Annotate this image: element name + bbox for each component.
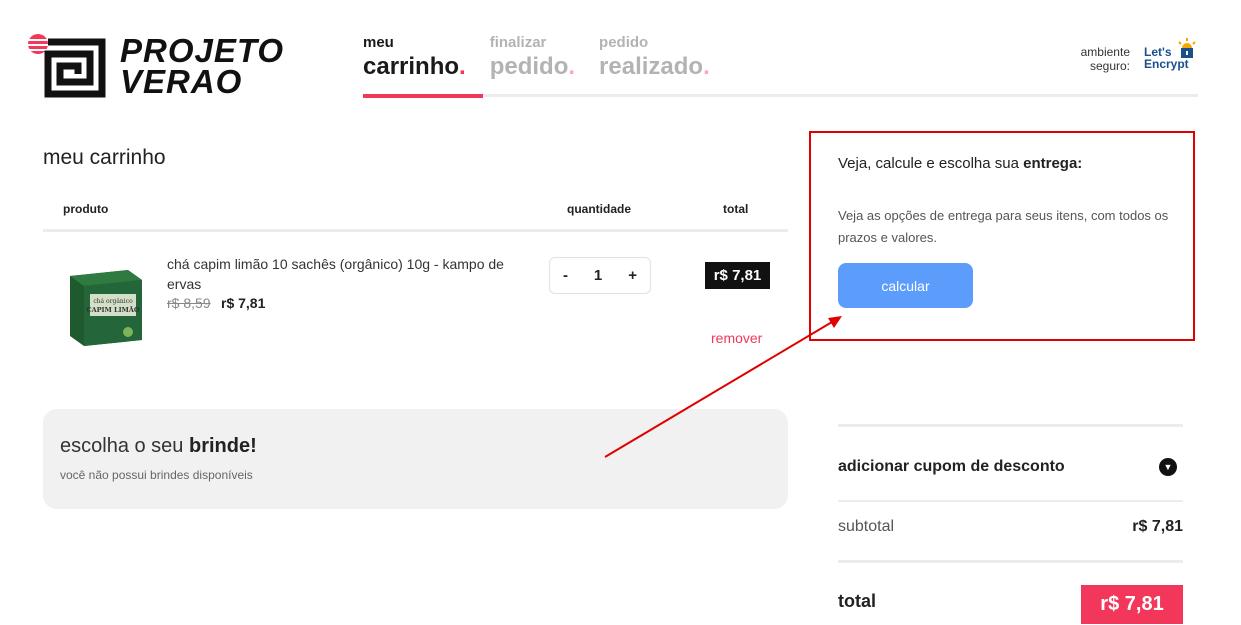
checkout-steps: meu carrinho. finalizar pedido. pedido r…: [363, 34, 734, 98]
header-divider: [363, 94, 1198, 97]
gift-title: escolha o seu brinde!: [60, 435, 257, 457]
column-product: produto: [63, 202, 109, 216]
logo-mark-icon: PROJETO VERAO: [28, 32, 283, 100]
shipping-title: Veja, calcule e escolha sua entrega:: [838, 155, 1083, 172]
total-label: total: [838, 591, 876, 611]
calculate-shipping-button[interactable]: calcular: [838, 263, 973, 308]
line-total: r$ 7,81: [705, 262, 770, 289]
shipping-description: Veja as opções de entrega para seus iten…: [838, 208, 1169, 245]
summary-divider-mid: [838, 500, 1183, 502]
step-cart-small: meu: [363, 34, 394, 51]
subtotal-value: r$ 7,81: [1132, 518, 1183, 535]
brand-logo[interactable]: PROJETO VERAO: [26, 32, 331, 100]
cart-title: meu carrinho: [43, 146, 166, 169]
step-order-placed-big: realizado.: [599, 53, 710, 80]
step-checkout-big: pedido.: [489, 53, 576, 80]
chevron-down-icon[interactable]: ▼: [1159, 458, 1177, 476]
step-cart[interactable]: meu carrinho.: [363, 34, 466, 98]
increase-quantity-button[interactable]: +: [628, 267, 637, 284]
column-quantity: quantidade: [567, 202, 632, 216]
coupon-toggle-label[interactable]: adicionar cupom de desconto: [838, 458, 1065, 476]
step-checkout-small: finalizar: [489, 34, 547, 51]
product-price: r$ 7,81: [221, 295, 266, 311]
svg-text:VERAO: VERAO: [120, 63, 242, 98]
lets-encrypt-line2: Encrypt: [1144, 57, 1189, 71]
gift-panel: escolha o seu brinde! você não possui br…: [43, 409, 788, 509]
svg-text:CAPIM LIMÃO: CAPIM LIMÃO: [86, 305, 139, 314]
svg-text:chá orgânico: chá orgânico: [93, 298, 133, 305]
step-checkout[interactable]: finalizar pedido.: [490, 34, 575, 98]
step-cart-big: carrinho.: [363, 53, 466, 80]
secure-environment-label: ambiente seguro:: [1080, 45, 1130, 73]
table-header-divider: [43, 229, 788, 232]
shipping-panel: Veja, calcule e escolha sua entrega: Vej…: [809, 131, 1195, 341]
decrease-quantity-button[interactable]: -: [563, 267, 568, 284]
quantity-stepper[interactable]: - 1 +: [549, 257, 651, 294]
remove-item-link[interactable]: remover: [711, 330, 762, 346]
product-name[interactable]: chá capim limão 10 sachês (orgânico) 10g…: [167, 254, 507, 294]
tea-box-icon: chá orgânico CAPIM LIMÃO: [70, 270, 142, 346]
total-value: r$ 7,81: [1081, 585, 1183, 624]
step-order-placed-small: pedido: [599, 34, 649, 51]
active-step-indicator: [363, 94, 483, 98]
quantity-value: 1: [593, 267, 603, 284]
lets-encrypt-badge: Let's Encrypt: [1144, 38, 1200, 74]
summary-divider-top: [838, 424, 1183, 427]
step-order-placed[interactable]: pedido realizado.: [599, 34, 710, 98]
product-image[interactable]: chá orgânico CAPIM LIMÃO: [62, 266, 146, 348]
subtotal-label: subtotal: [838, 518, 895, 535]
summary-divider-bottom: [838, 560, 1183, 563]
product-old-price: r$ 8,59: [167, 295, 211, 311]
column-total: total: [723, 202, 749, 216]
gift-subtitle: você não possui brindes disponíveis: [60, 468, 253, 482]
